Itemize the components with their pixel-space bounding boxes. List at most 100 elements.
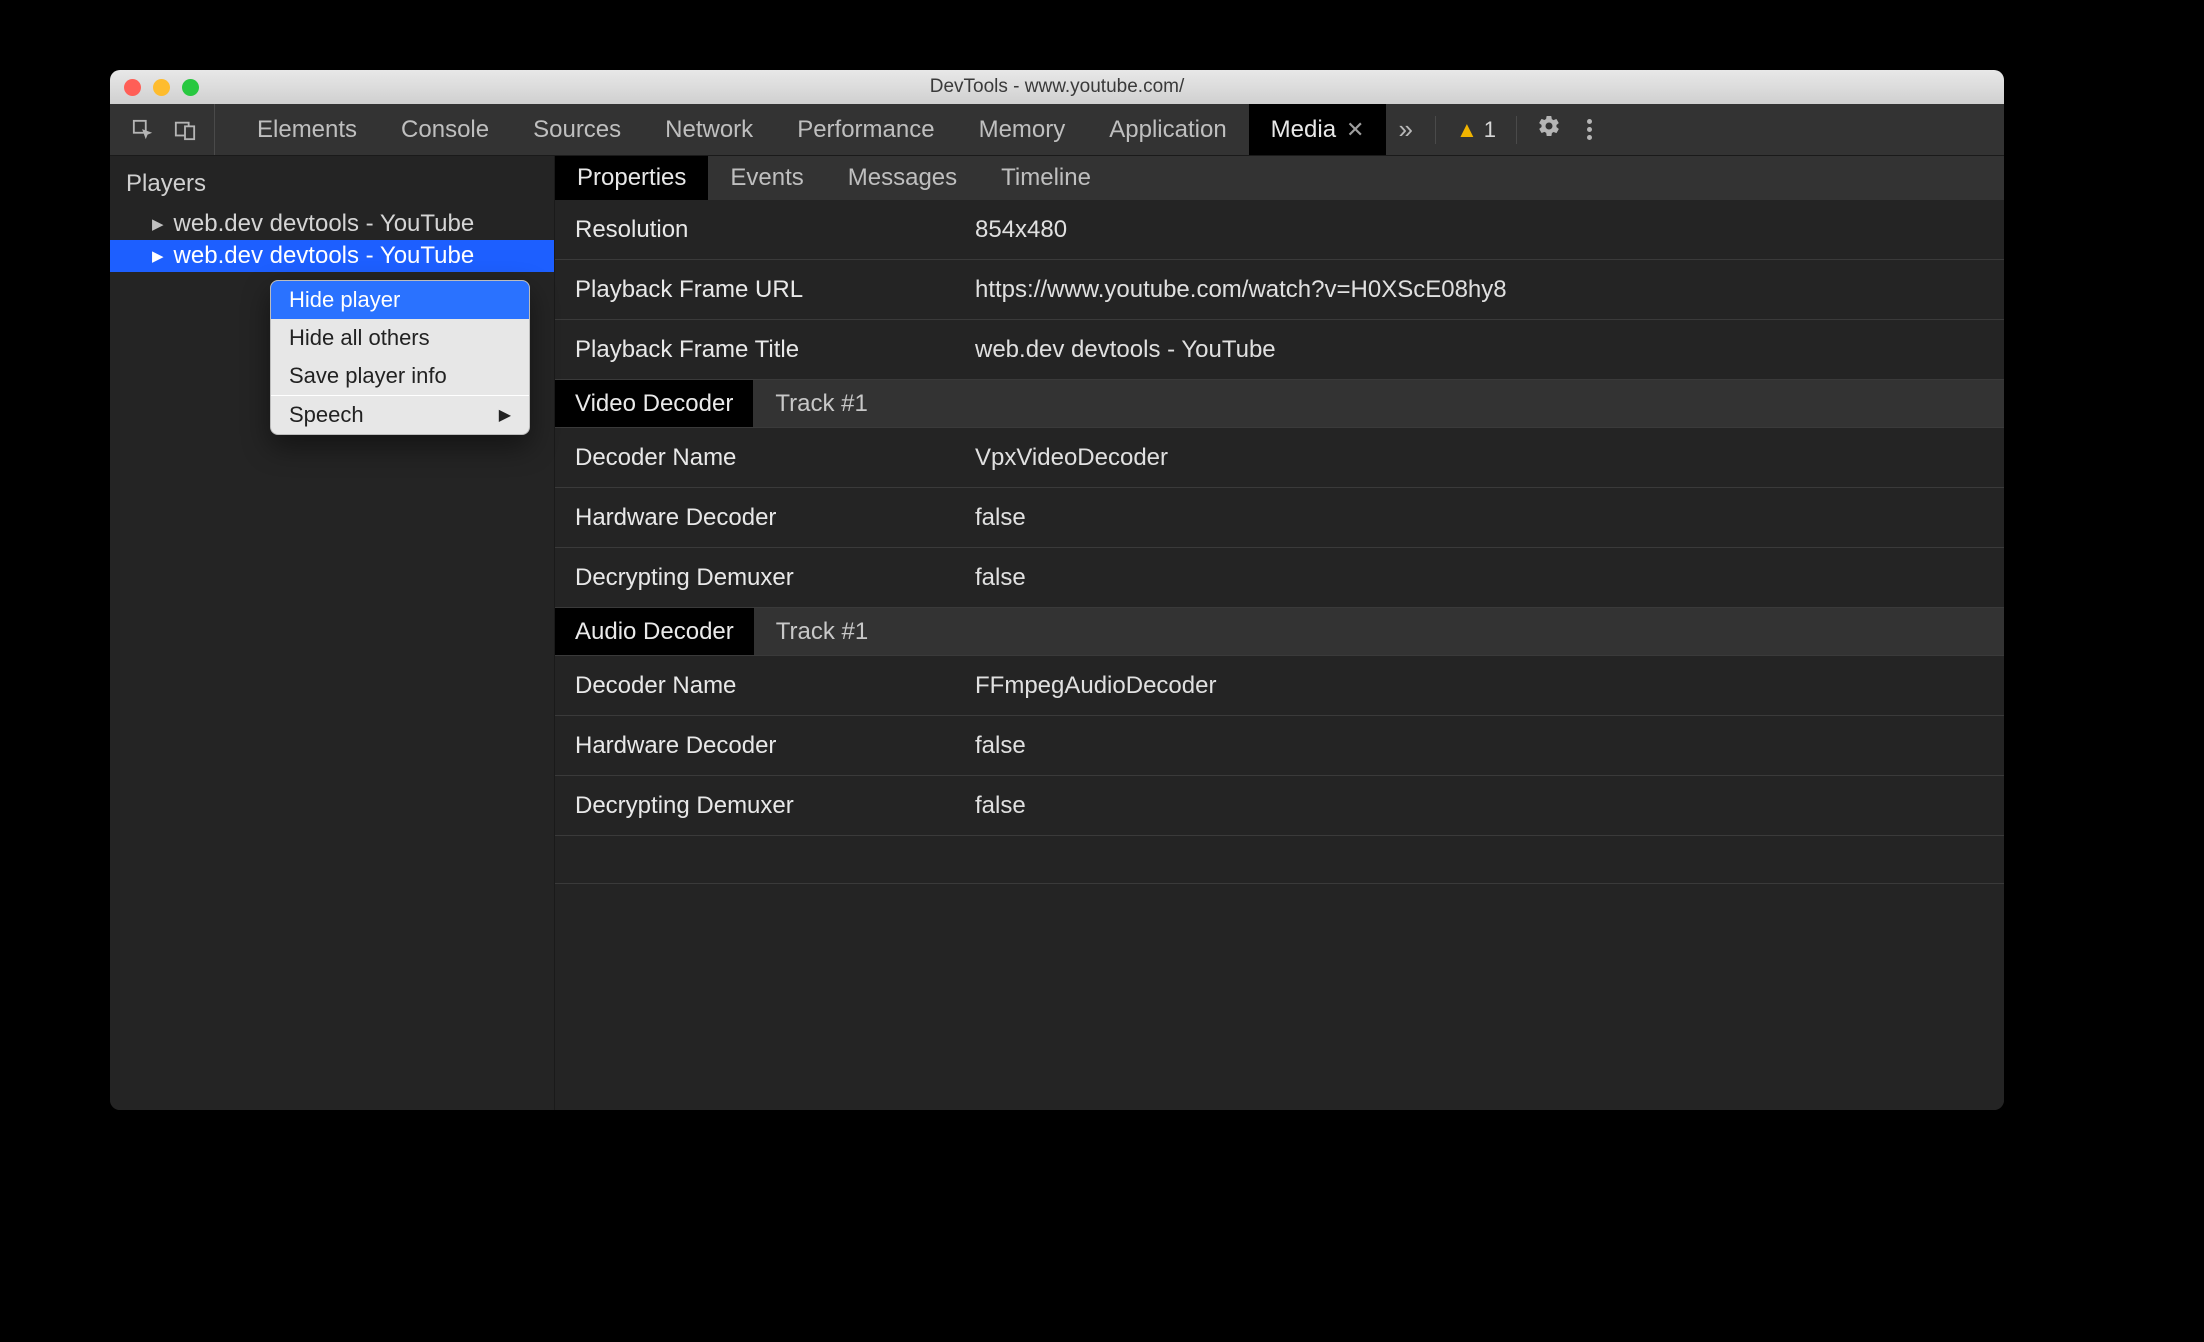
subtab-label: Messages (848, 164, 957, 192)
tab-label: Sources (533, 116, 621, 144)
prop-row: Playback Frame URL https://www.youtube.c… (555, 260, 2004, 320)
sidebar-header: Players (110, 156, 554, 208)
prop-row: Hardware Decoder false (555, 716, 2004, 776)
divider (1516, 116, 1517, 144)
subtab-timeline[interactable]: Timeline (979, 156, 1113, 200)
prop-key: Decoder Name (555, 444, 975, 472)
toolbar-right: » ▲ 1 (1392, 104, 1614, 155)
prop-value: VpxVideoDecoder (975, 444, 2004, 472)
tab-console[interactable]: Console (379, 104, 511, 155)
prop-key: Decoder Name (555, 672, 975, 700)
subtab-messages[interactable]: Messages (826, 156, 979, 200)
ctx-label: Speech (289, 402, 364, 428)
player-label: web.dev devtools - YouTube (174, 210, 475, 238)
prop-key: Resolution (555, 216, 975, 244)
tab-label: Elements (257, 116, 357, 144)
tab-sources[interactable]: Sources (511, 104, 643, 155)
window-titlebar: DevTools - www.youtube.com/ (110, 70, 2004, 104)
prop-value: 854x480 (975, 216, 2004, 244)
tab-label: Memory (979, 116, 1066, 144)
tab-label: Console (401, 116, 489, 144)
tab-performance[interactable]: Performance (775, 104, 956, 155)
prop-row: Decrypting Demuxer false (555, 776, 2004, 836)
media-main-panel: Properties Events Messages Timeline Reso… (555, 156, 2004, 1110)
warnings-indicator[interactable]: ▲ 1 (1456, 117, 1496, 143)
subtab-label: Properties (577, 164, 686, 192)
play-triangle-icon: ▶ (152, 247, 164, 265)
prop-row: Playback Frame Title web.dev devtools - … (555, 320, 2004, 380)
prop-value: false (975, 504, 2004, 532)
player-label: web.dev devtools - YouTube (174, 242, 475, 270)
warning-count: 1 (1484, 117, 1496, 143)
section-track: Track #1 (753, 380, 889, 427)
devtools-tabs: Elements Console Sources Network Perform… (235, 104, 1386, 155)
prop-key: Decrypting Demuxer (555, 792, 975, 820)
ctx-hide-all-others[interactable]: Hide all others (271, 319, 529, 357)
divider (1435, 116, 1436, 144)
inspect-element-icon[interactable] (132, 119, 154, 141)
window-title: DevTools - www.youtube.com/ (110, 76, 2004, 98)
more-tabs-icon[interactable]: » (1392, 114, 1414, 145)
media-subtabs: Properties Events Messages Timeline (555, 156, 2004, 200)
prop-row: Hardware Decoder false (555, 488, 2004, 548)
subtab-properties[interactable]: Properties (555, 156, 708, 200)
minimize-window-button[interactable] (153, 79, 170, 96)
close-icon[interactable]: ✕ (1346, 117, 1364, 143)
prop-key: Playback Frame Title (555, 336, 975, 364)
prop-key: Hardware Decoder (555, 732, 975, 760)
empty-row (555, 836, 2004, 884)
prop-value: false (975, 564, 2004, 592)
panel-body: Players ▶ web.dev devtools - YouTube ▶ w… (110, 156, 2004, 1110)
section-track: Track #1 (754, 608, 890, 655)
subtab-label: Events (730, 164, 803, 192)
prop-row: Decoder Name FFmpegAudioDecoder (555, 656, 2004, 716)
device-toolbar-icon[interactable] (174, 119, 196, 141)
settings-icon[interactable] (1537, 114, 1561, 145)
tab-label: Media (1271, 116, 1336, 144)
properties-grid: Resolution 854x480 Playback Frame URL ht… (555, 200, 2004, 1110)
tab-label: Performance (797, 116, 934, 144)
devtools-tabstrip: Elements Console Sources Network Perform… (110, 104, 2004, 156)
play-triangle-icon: ▶ (152, 215, 164, 233)
prop-value: false (975, 732, 2004, 760)
ctx-label: Hide all others (289, 325, 430, 351)
prop-row: Decoder Name VpxVideoDecoder (555, 428, 2004, 488)
prop-key: Hardware Decoder (555, 504, 975, 532)
section-label: Video Decoder (555, 380, 753, 427)
ctx-label: Hide player (289, 287, 400, 313)
tab-memory[interactable]: Memory (957, 104, 1088, 155)
warning-icon: ▲ (1456, 117, 1478, 143)
subtab-events[interactable]: Events (708, 156, 825, 200)
ctx-label: Save player info (289, 363, 447, 389)
prop-key: Playback Frame URL (555, 276, 975, 304)
players-sidebar: Players ▶ web.dev devtools - YouTube ▶ w… (110, 156, 555, 1110)
close-window-button[interactable] (124, 79, 141, 96)
ctx-save-player-info[interactable]: Save player info (271, 357, 529, 395)
chevron-right-icon: ▶ (499, 405, 511, 425)
ctx-hide-player[interactable]: Hide player (271, 281, 529, 319)
prop-value: FFmpegAudioDecoder (975, 672, 2004, 700)
prop-value: false (975, 792, 2004, 820)
prop-row: Decrypting Demuxer false (555, 548, 2004, 608)
player-item[interactable]: ▶ web.dev devtools - YouTube (110, 208, 554, 240)
maximize-window-button[interactable] (182, 79, 199, 96)
toolbar-left (110, 104, 215, 155)
prop-key: Decrypting Demuxer (555, 564, 975, 592)
audio-decoder-section: Audio Decoder Track #1 (555, 608, 2004, 656)
prop-row: Resolution 854x480 (555, 200, 2004, 260)
player-item[interactable]: ▶ web.dev devtools - YouTube (110, 240, 554, 272)
tab-elements[interactable]: Elements (235, 104, 379, 155)
tab-label: Application (1109, 116, 1226, 144)
video-decoder-section: Video Decoder Track #1 (555, 380, 2004, 428)
tab-media[interactable]: Media ✕ (1249, 104, 1387, 155)
prop-value: web.dev devtools - YouTube (975, 336, 2004, 364)
tab-application[interactable]: Application (1087, 104, 1248, 155)
empty-row (555, 884, 2004, 932)
ctx-speech-submenu[interactable]: Speech ▶ (271, 396, 529, 434)
subtab-label: Timeline (1001, 164, 1091, 192)
more-options-icon[interactable] (1581, 119, 1598, 140)
tab-network[interactable]: Network (643, 104, 775, 155)
section-label: Audio Decoder (555, 608, 754, 655)
tab-label: Network (665, 116, 753, 144)
devtools-window: DevTools - www.youtube.com/ Elements Con… (110, 70, 2004, 1110)
